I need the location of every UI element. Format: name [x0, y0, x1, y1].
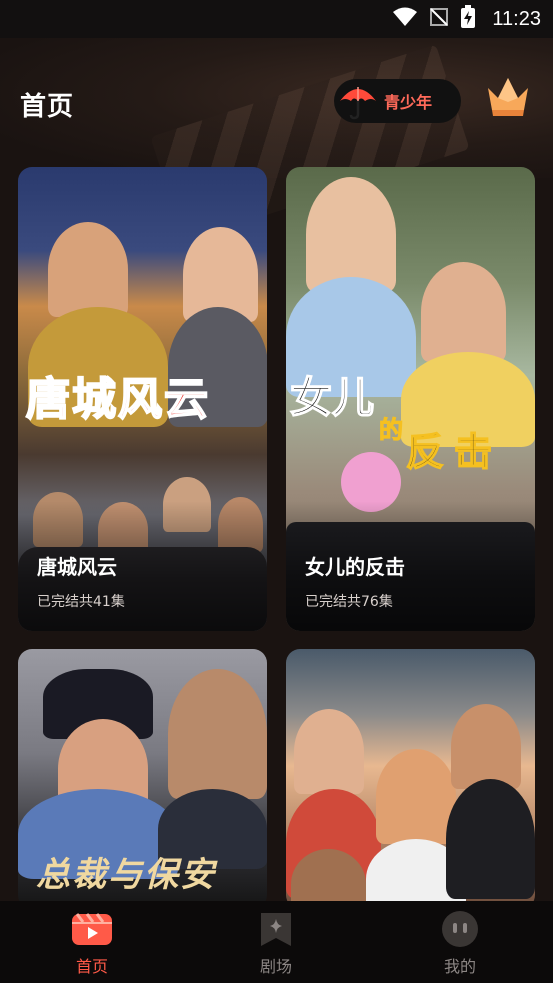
nav-item-theater[interactable]: 剧场	[184, 901, 368, 983]
poster-title-text-2: 的	[379, 415, 404, 445]
nav-label-theater: 剧场	[259, 957, 292, 976]
poster-title-text: 唐城风云	[25, 373, 210, 426]
crown-vip-icon[interactable]	[484, 72, 532, 118]
nav-label-home: 首页	[75, 957, 108, 976]
header-background	[0, 38, 553, 242]
drama-episode-status: 已完结共76集	[305, 594, 393, 610]
youth-mode-button[interactable]: 青少年	[334, 79, 461, 123]
nav-label-profile: 我的	[443, 957, 476, 976]
theater-sparkle-icon	[255, 911, 297, 947]
poster-title-text-3: 反击	[405, 428, 503, 475]
drama-episode-status: 已完结共41集	[37, 594, 125, 610]
nav-item-home[interactable]: 首页	[0, 901, 184, 983]
drama-title: 女儿的反击	[305, 555, 405, 579]
status-time: 11:23	[492, 7, 541, 30]
drama-card[interactable]	[286, 649, 535, 909]
battery-charging-icon	[460, 5, 476, 33]
bottom-navigation: 首页 剧场 我的	[0, 901, 553, 983]
drama-card[interactable]: 唐城风云 唐城风云 已完结共41集	[18, 167, 267, 631]
nav-item-profile[interactable]: 我的	[368, 901, 552, 983]
no-signal-icon	[428, 6, 450, 32]
drama-title: 唐城风云	[37, 555, 117, 579]
status-bar: 11:23	[0, 0, 553, 38]
poster-image	[286, 649, 535, 909]
drama-card[interactable]: 总裁与保安	[18, 649, 267, 909]
youth-mode-label: 青少年	[384, 93, 433, 112]
poster-title-text: 总裁与保安	[36, 855, 216, 895]
home-clapper-icon	[71, 911, 113, 947]
umbrella-icon	[334, 79, 382, 123]
drama-card[interactable]: 女儿 的 反击 女儿的反击 已完结共76集	[286, 167, 535, 631]
page-title: 首页	[20, 92, 75, 122]
profile-face-icon	[439, 911, 481, 947]
poster-title-text-1: 女儿	[289, 372, 375, 423]
wifi-icon	[392, 7, 418, 31]
